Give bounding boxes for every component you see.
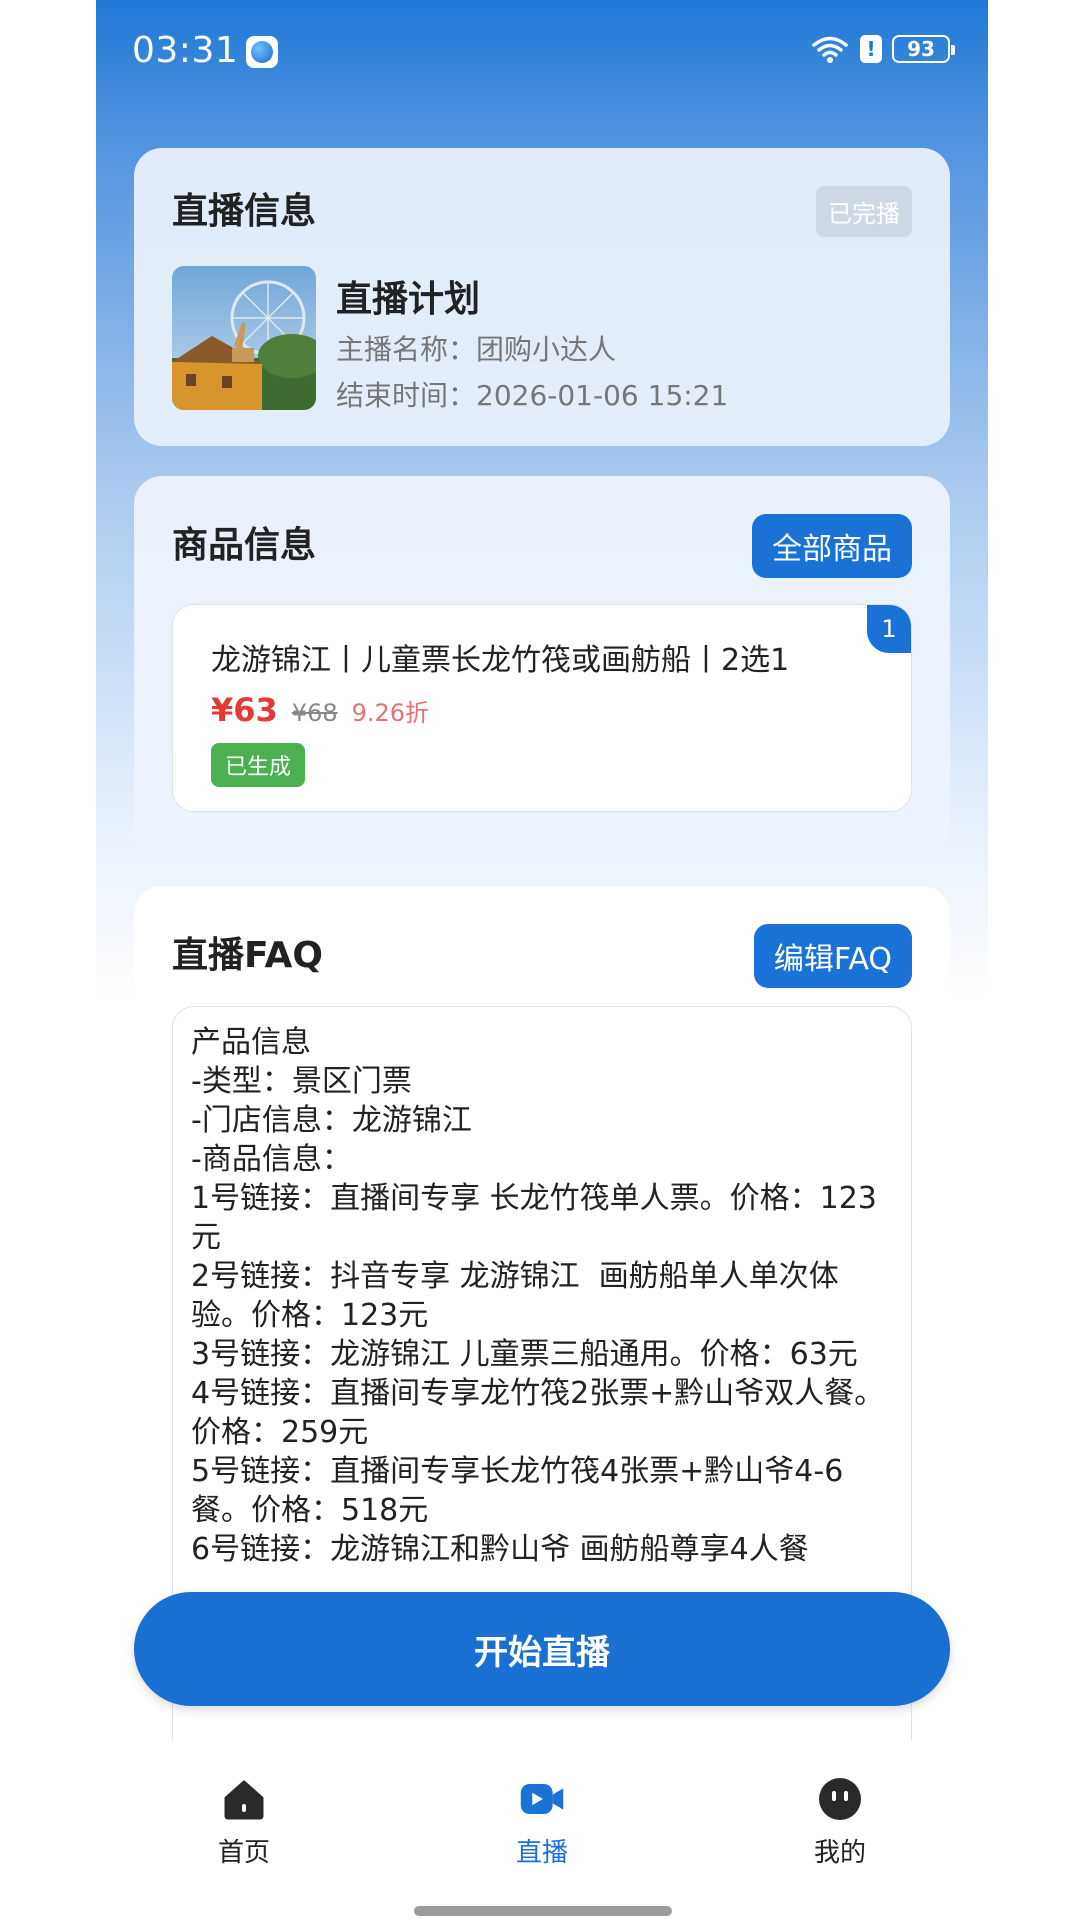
video-icon (519, 1776, 565, 1822)
price-row: ¥63 ¥68 9.26折 (211, 691, 429, 729)
status-time: 03:31 (132, 30, 239, 71)
host-name: 主播名称：团购小达人 (336, 333, 617, 366)
tab-live[interactable]: 直播 (442, 1764, 642, 1869)
live-status-badge: 已完播 (816, 186, 912, 237)
goods-info-card: 商品信息 全部商品 1 龙游锦江丨儿童票长龙竹筏或画舫船丨2选1 ¥63 ¥68… (134, 476, 950, 856)
app-screen: 03:31 ! 93 直播信息 已完播 直播计划 主播名称：团购小达人 结束时间… (96, 0, 988, 1920)
right-margin (984, 0, 1080, 1920)
wifi-icon (812, 36, 848, 63)
generated-badge: 已生成 (211, 743, 306, 787)
goods-name: 龙游锦江丨儿童票长龙竹筏或画舫船丨2选1 (211, 643, 790, 678)
goods-item[interactable]: 1 龙游锦江丨儿童票长龙竹筏或画舫船丨2选1 ¥63 ¥68 9.26折 已生成 (172, 604, 912, 812)
end-time: 结束时间：2026-01-06 15:21 (336, 379, 729, 412)
battery-icon: 93 (892, 35, 955, 63)
live-info-title: 直播信息 (172, 191, 317, 232)
bottom-tab-bar: 首页 直播 我的 (96, 1740, 988, 1920)
tab-home-label: 首页 (217, 1838, 270, 1868)
goods-discount: 9.26折 (351, 699, 430, 727)
goods-original-price: ¥68 (291, 699, 338, 727)
goods-info-title: 商品信息 (172, 525, 317, 566)
faq-content: 产品信息 -类型：景区门票 -门店信息：龙游锦江 -商品信息： 1号链接：直播间… (191, 1025, 885, 1684)
edit-faq-button[interactable]: 编辑FAQ (753, 924, 912, 988)
tab-live-label: 直播 (515, 1838, 568, 1868)
tab-profile-label: 我的 (813, 1838, 866, 1868)
goods-price: ¥63 (211, 691, 278, 729)
start-live-button[interactable]: 开始直播 (134, 1592, 950, 1706)
home-indicator (414, 1906, 672, 1916)
tab-home[interactable]: 首页 (144, 1764, 344, 1869)
battery-level: 93 (907, 37, 935, 61)
tab-profile[interactable]: 我的 (740, 1764, 940, 1869)
status-icons: ! 93 (810, 34, 955, 64)
home-icon (221, 1776, 267, 1822)
goods-index-badge: 1 (867, 605, 911, 653)
status-bar: 03:31 ! 93 (96, 0, 988, 104)
faq-title: 直播FAQ (172, 935, 323, 976)
all-goods-button[interactable]: 全部商品 (752, 514, 912, 578)
profile-icon (817, 1776, 863, 1822)
live-cover-image (172, 266, 316, 410)
left-margin (0, 0, 96, 1920)
app-notification-icon (246, 36, 278, 68)
live-plan-title: 直播计划 (336, 279, 481, 320)
live-info-card: 直播信息 已完播 直播计划 主播名称：团购小达人 结束时间：2026-01-06… (134, 148, 950, 446)
alert-icon: ! (860, 35, 882, 63)
